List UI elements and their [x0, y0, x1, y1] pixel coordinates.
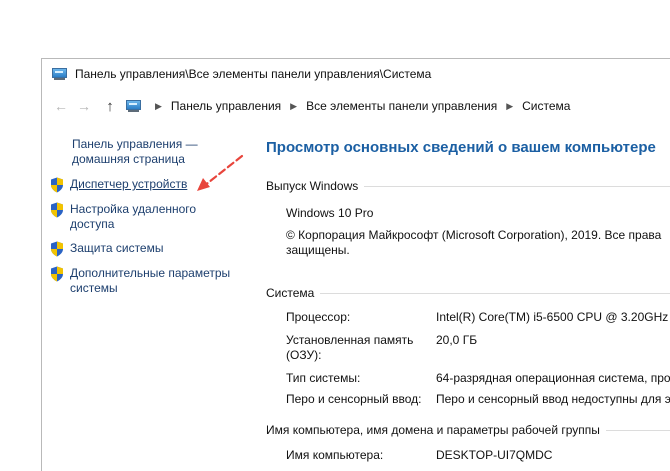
remote-settings-link[interactable]: Настройка удаленного доступа	[70, 202, 196, 232]
page-title: Просмотр основных сведений о вашем компь…	[266, 139, 656, 156]
processor-value: Intel(R) Core(TM) i5-6500 CPU @ 3.20GHz …	[436, 310, 670, 324]
back-arrow-icon[interactable]: ←	[52, 97, 70, 115]
advanced-settings-link[interactable]: Дополнительные параметры системы	[70, 266, 230, 296]
computer-name-value: DESKTOP-UI7QMDC	[436, 448, 553, 462]
computer-name-section: Имя компьютера, имя домена и параметры р…	[266, 423, 670, 437]
address-bar[interactable]: ▶ Панель управления ▶ Все элементы панел…	[125, 95, 570, 117]
system-protection-link[interactable]: Защита системы	[70, 241, 163, 256]
divider	[364, 185, 670, 187]
copyright-line-2: защищены.	[286, 243, 350, 257]
system-type-value: 64-разрядная операционная система, проц	[436, 371, 670, 385]
divider	[605, 429, 670, 431]
copyright-line-1: © Корпорация Майкрософт (Microsoft Corpo…	[286, 228, 662, 242]
pen-touch-value: Перо и сенсорный ввод недоступны для эт	[436, 392, 670, 406]
remote-line-1: Настройка удаленного	[70, 202, 197, 216]
shield-icon	[51, 241, 63, 257]
navigation-bar: ← → ↑ ▶ Панель управления ▶ Все элементы…	[42, 89, 670, 123]
control-panel-icon	[125, 99, 142, 113]
advanced-line-2: системы	[70, 281, 118, 295]
breadcrumb-control-panel[interactable]: Панель управления	[171, 99, 281, 113]
copyright-text: © Корпорация Майкрософт (Microsoft Corpo…	[286, 228, 661, 258]
ram-label-line-2: (ОЗУ):	[286, 348, 322, 362]
divider	[320, 292, 670, 294]
section-title-computer: Имя компьютера, имя домена и параметры р…	[266, 423, 600, 437]
breadcrumb-all-items[interactable]: Все элементы панели управления	[306, 99, 497, 113]
windows-edition-section: Выпуск Windows	[266, 179, 670, 193]
device-manager-link[interactable]: Диспетчер устройств	[70, 177, 187, 192]
system-type-label: Тип системы:	[286, 371, 361, 385]
sidebar-item-advanced-settings[interactable]: Дополнительные параметры системы	[50, 266, 247, 296]
main-content: Просмотр основных сведений о вашем компь…	[266, 139, 670, 462]
up-arrow-icon[interactable]: ↑	[101, 97, 119, 115]
shield-icon	[51, 177, 63, 193]
edition-name: Windows 10 Pro	[286, 206, 374, 220]
shield-icon	[51, 202, 63, 218]
title-bar: Панель управления\Все элементы панели уп…	[42, 59, 670, 89]
sidebar-item-remote-settings[interactable]: Настройка удаленного доступа	[50, 202, 247, 232]
remote-line-2: доступа	[70, 217, 115, 231]
ram-value: 20,0 ГБ	[436, 333, 478, 347]
section-title-system: Система	[266, 286, 315, 300]
forward-arrow-icon[interactable]: →	[75, 97, 93, 115]
home-link-line-1: Панель управления —	[72, 137, 198, 151]
section-title-edition: Выпуск Windows	[266, 179, 359, 193]
ram-label-line-1: Установленная память	[286, 333, 414, 347]
ram-label: Установленная память (ОЗУ):	[286, 333, 436, 363]
system-window: Панель управления\Все элементы панели уп…	[41, 58, 670, 471]
annotation-arrow-icon	[197, 154, 244, 191]
system-section: Система	[266, 286, 670, 300]
advanced-line-1: Дополнительные параметры	[70, 266, 231, 280]
sidebar-item-system-protection[interactable]: Защита системы	[50, 241, 247, 257]
control-panel-icon	[51, 67, 68, 81]
processor-label: Процессор:	[286, 310, 351, 324]
chevron-right-icon: ▶	[155, 100, 162, 111]
chevron-right-icon: ▶	[290, 100, 298, 111]
window-title: Панель управления\Все элементы панели уп…	[75, 67, 432, 81]
chevron-right-icon: ▶	[506, 100, 514, 111]
computer-name-label: Имя компьютера:	[286, 448, 384, 462]
breadcrumb-system[interactable]: Система	[522, 99, 570, 113]
pen-touch-label: Перо и сенсорный ввод:	[286, 392, 422, 406]
shield-icon	[51, 266, 63, 282]
